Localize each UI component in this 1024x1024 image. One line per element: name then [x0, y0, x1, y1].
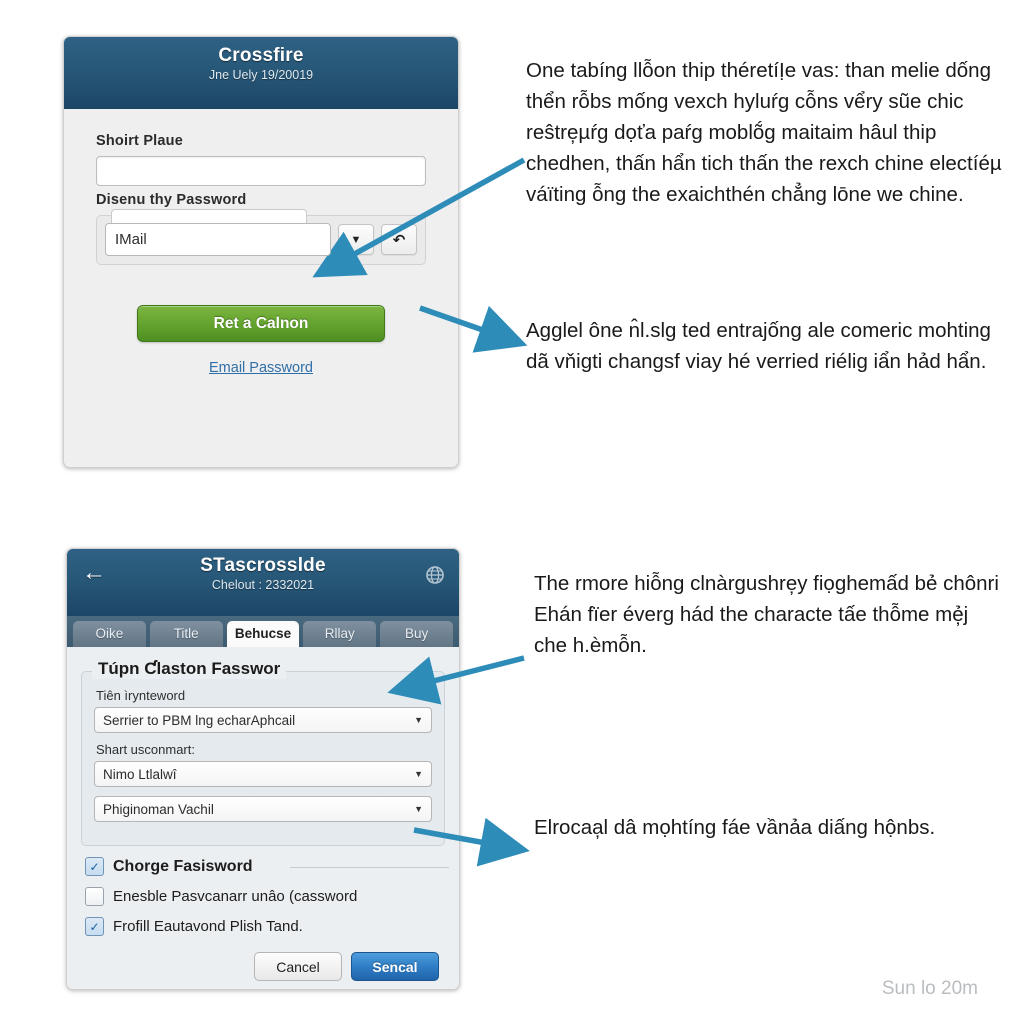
arrow-3 [387, 655, 525, 705]
arrow-2 [419, 305, 528, 353]
note-text-4: Elrocaa̦l dâ mọhtíng fáe vầnảa diấng hộn… [534, 816, 936, 839]
arrow-1 [312, 157, 526, 278]
watermark: Sun lo 20m [881, 978, 978, 999]
account-combo-stack: IMail [105, 209, 331, 256]
screenshot-canvas: Crossfire Jne Uely 19/20019 Shoirt Plaue… [0, 0, 1024, 1024]
note-text-3: The rmore hiỗng clnàrgushre̦y fiọghemấd … [534, 572, 999, 657]
note-text-1: One tabíng llỗon thip théretíỊe vas: tha… [526, 59, 1002, 206]
account-combo-value[interactable]: IMail [105, 223, 331, 256]
arrow-4 [413, 817, 530, 867]
note-text-2: Agglel ône n̂l.slg ted entrajống ale com… [526, 319, 991, 373]
